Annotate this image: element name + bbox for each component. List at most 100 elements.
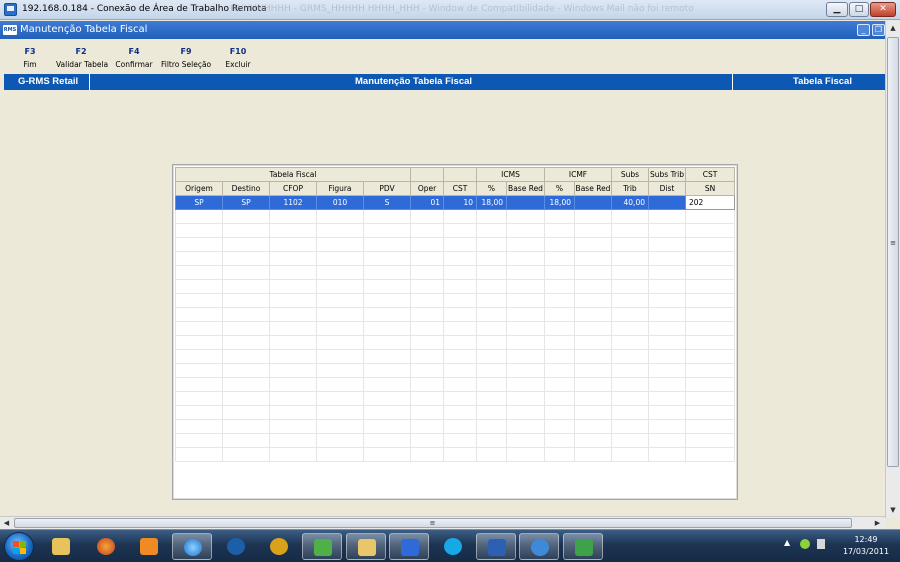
table-cell[interactable] — [648, 335, 686, 350]
table-cell[interactable] — [476, 223, 507, 238]
table-cell[interactable] — [574, 251, 612, 266]
table-cell[interactable] — [476, 363, 507, 378]
table-cell[interactable] — [648, 209, 686, 224]
table-cell[interactable] — [544, 279, 575, 294]
table-cell[interactable] — [544, 209, 575, 224]
table-cell[interactable] — [222, 391, 270, 406]
table-cell[interactable] — [648, 293, 686, 308]
table-cell[interactable] — [648, 321, 686, 336]
column-header-origem[interactable]: Origem — [175, 181, 223, 196]
table-cell[interactable] — [506, 363, 545, 378]
table-cell[interactable] — [443, 321, 477, 336]
column-header-subs-trib-dist[interactable]: Dist — [648, 181, 686, 196]
table-cell[interactable] — [544, 321, 575, 336]
table-cell[interactable] — [363, 377, 411, 392]
table-cell[interactable] — [611, 405, 649, 420]
table-cell[interactable] — [574, 307, 612, 322]
table-cell[interactable] — [648, 391, 686, 406]
column-header-cfop[interactable]: CFOP — [269, 181, 317, 196]
table-cell[interactable] — [506, 279, 545, 294]
table-cell[interactable] — [544, 447, 575, 462]
table-cell[interactable] — [544, 335, 575, 350]
table-cell[interactable] — [316, 447, 364, 462]
table-cell[interactable] — [611, 209, 649, 224]
table-cell[interactable] — [574, 335, 612, 350]
table-cell[interactable] — [410, 237, 444, 252]
table-cell[interactable] — [574, 279, 612, 294]
column-header-icms-percent[interactable]: % — [476, 181, 507, 196]
table-cell[interactable] — [175, 419, 223, 434]
table-cell[interactable] — [574, 265, 612, 280]
table-cell[interactable] — [648, 447, 686, 462]
media-player-icon[interactable] — [129, 533, 169, 560]
table-row[interactable] — [175, 223, 735, 238]
table-cell[interactable] — [222, 363, 270, 378]
table-cell[interactable] — [685, 293, 735, 308]
table-cell[interactable] — [269, 223, 317, 238]
table-cell[interactable] — [544, 307, 575, 322]
table-cell[interactable] — [363, 447, 411, 462]
table-row-selected[interactable]: SP SP 1102 010 S 01 10 18,00 18,00 40,00… — [175, 195, 735, 210]
table-cell[interactable] — [443, 419, 477, 434]
table-cell[interactable] — [685, 265, 735, 280]
table-row[interactable] — [175, 265, 735, 280]
table-cell[interactable] — [685, 377, 735, 392]
table-cell[interactable] — [175, 223, 223, 238]
table-cell[interactable] — [506, 251, 545, 266]
table-cell[interactable] — [363, 419, 411, 434]
table-cell[interactable] — [410, 391, 444, 406]
table-cell[interactable] — [685, 237, 735, 252]
table-cell[interactable] — [611, 419, 649, 434]
cell-destino[interactable]: SP — [222, 195, 270, 210]
table-cell[interactable] — [476, 335, 507, 350]
table-row[interactable] — [175, 279, 735, 294]
column-header-destino[interactable]: Destino — [222, 181, 270, 196]
table-cell[interactable] — [175, 405, 223, 420]
table-cell[interactable] — [316, 307, 364, 322]
table-cell[interactable] — [574, 391, 612, 406]
table-cell[interactable] — [410, 349, 444, 364]
table-cell[interactable] — [269, 363, 317, 378]
table-cell[interactable] — [476, 293, 507, 308]
table-cell[interactable] — [685, 391, 735, 406]
table-cell[interactable] — [574, 349, 612, 364]
table-cell[interactable] — [175, 363, 223, 378]
table-cell[interactable] — [476, 307, 507, 322]
table-cell[interactable] — [476, 321, 507, 336]
fkey-confirmar[interactable]: F4 Confirmar — [114, 47, 154, 69]
table-row[interactable] — [175, 405, 735, 420]
table-cell[interactable] — [611, 335, 649, 350]
ie-icon[interactable] — [172, 533, 212, 560]
table-row[interactable] — [175, 419, 735, 434]
skype-icon[interactable] — [433, 533, 473, 560]
table-cell[interactable] — [222, 223, 270, 238]
table-cell[interactable] — [269, 265, 317, 280]
firefox-icon[interactable] — [86, 533, 126, 560]
table-cell[interactable] — [443, 447, 477, 462]
table-cell[interactable] — [544, 237, 575, 252]
app-restore-button[interactable]: ❐ — [872, 24, 885, 36]
table-cell[interactable] — [222, 265, 270, 280]
table-row[interactable] — [175, 391, 735, 406]
cell-icms-base-red[interactable] — [506, 195, 545, 210]
scroll-right-arrow[interactable]: ▶ — [871, 517, 884, 529]
table-cell[interactable] — [506, 223, 545, 238]
table-cell[interactable] — [410, 363, 444, 378]
table-cell[interactable] — [222, 349, 270, 364]
table-cell[interactable] — [648, 377, 686, 392]
cell-cst[interactable]: 10 — [443, 195, 477, 210]
table-cell[interactable] — [363, 209, 411, 224]
table-cell[interactable] — [222, 293, 270, 308]
table-cell[interactable] — [506, 265, 545, 280]
table-cell[interactable] — [685, 307, 735, 322]
table-cell[interactable] — [175, 251, 223, 266]
table-cell[interactable] — [410, 405, 444, 420]
table-cell[interactable] — [648, 307, 686, 322]
table-cell[interactable] — [316, 209, 364, 224]
table-cell[interactable] — [574, 209, 612, 224]
cell-icmf-base-red[interactable] — [574, 195, 612, 210]
table-cell[interactable] — [269, 419, 317, 434]
table-cell[interactable] — [544, 293, 575, 308]
table-cell[interactable] — [269, 307, 317, 322]
table-cell[interactable] — [544, 433, 575, 448]
